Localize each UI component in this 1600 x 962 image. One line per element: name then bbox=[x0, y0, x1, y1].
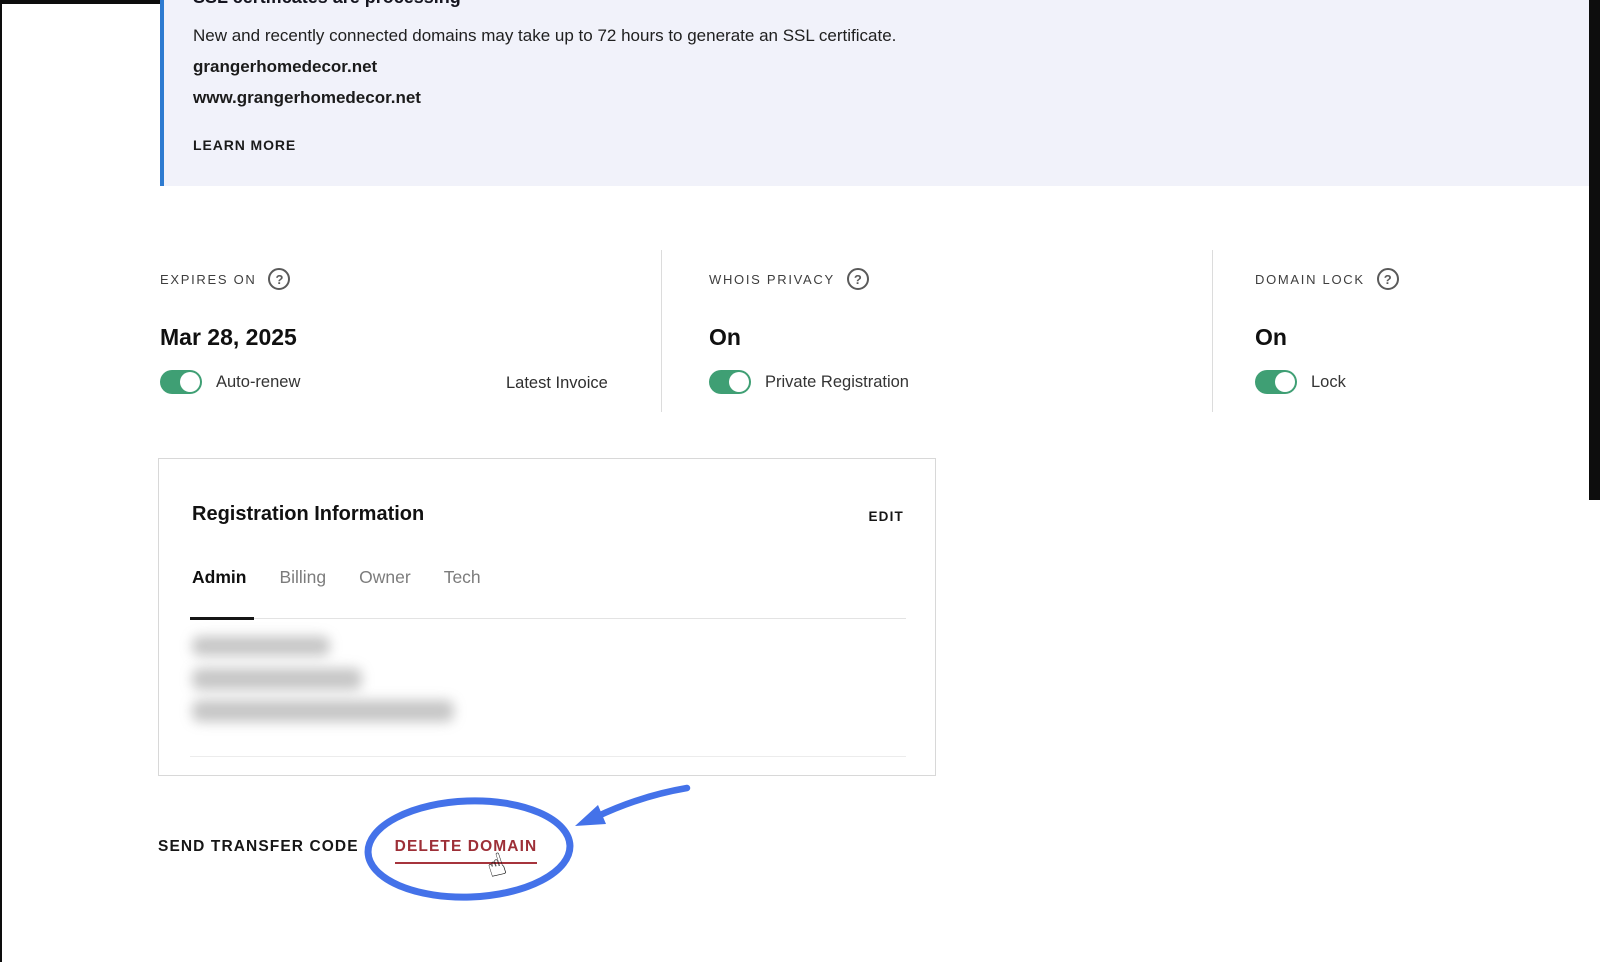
column-divider bbox=[661, 250, 662, 412]
delete-domain-button[interactable]: DELETE DOMAIN bbox=[395, 838, 538, 864]
private-registration-label: Private Registration bbox=[765, 373, 909, 392]
tab-billing[interactable]: Billing bbox=[279, 567, 326, 588]
domain-lock-label: DOMAIN LOCK bbox=[1255, 272, 1365, 287]
private-registration-toggle[interactable] bbox=[709, 370, 751, 394]
lock-label: Lock bbox=[1311, 373, 1346, 392]
redacted-contact-line bbox=[192, 636, 330, 656]
registration-information-card: Registration Information EDIT Admin Bill… bbox=[158, 458, 936, 776]
domain-lock-value: On bbox=[1255, 324, 1287, 351]
tab-underline bbox=[190, 618, 906, 619]
ssl-banner: SSL certificates are processing New and … bbox=[160, 0, 1589, 186]
toggle-knob bbox=[180, 372, 200, 392]
ssl-banner-body: New and recently connected domains may t… bbox=[193, 26, 896, 46]
ssl-banner-domain-www: www.grangerhomedecor.net bbox=[193, 88, 421, 108]
column-divider bbox=[1212, 250, 1213, 412]
domain-info-row: EXPIRES ON ? Mar 28, 2025 Auto-renew Lat… bbox=[0, 250, 1600, 415]
annotation-arrow-head bbox=[575, 805, 606, 826]
ssl-banner-title: SSL certificates are processing bbox=[193, 0, 461, 8]
expires-on-value: Mar 28, 2025 bbox=[160, 324, 297, 351]
redacted-contact-line bbox=[192, 668, 362, 690]
auto-renew-label: Auto-renew bbox=[216, 373, 300, 392]
tab-owner[interactable]: Owner bbox=[359, 567, 411, 588]
toggle-knob bbox=[1275, 372, 1295, 392]
domain-lock-section: DOMAIN LOCK ? On Lock bbox=[1255, 250, 1585, 415]
card-divider bbox=[190, 756, 906, 757]
whois-privacy-label: WHOIS PRIVACY bbox=[709, 272, 835, 287]
registration-tabs: Admin Billing Owner Tech bbox=[192, 567, 481, 588]
redacted-contact-line bbox=[192, 700, 454, 722]
domain-lock-help-icon[interactable]: ? bbox=[1377, 268, 1399, 290]
footer-actions: SEND TRANSFER CODE DELETE DOMAIN bbox=[158, 838, 537, 864]
tab-admin[interactable]: Admin bbox=[192, 567, 246, 588]
send-transfer-code-button[interactable]: SEND TRANSFER CODE bbox=[158, 838, 359, 856]
edit-button[interactable]: EDIT bbox=[868, 509, 904, 524]
expires-on-help-icon[interactable]: ? bbox=[268, 268, 290, 290]
auto-renew-toggle[interactable] bbox=[160, 370, 202, 394]
whois-privacy-value: On bbox=[709, 324, 741, 351]
latest-invoice-link[interactable]: Latest Invoice bbox=[506, 374, 608, 393]
whois-privacy-help-icon[interactable]: ? bbox=[847, 268, 869, 290]
active-tab-indicator bbox=[190, 617, 254, 620]
ssl-banner-domain-primary: grangerhomedecor.net bbox=[193, 57, 377, 77]
registration-card-title: Registration Information bbox=[192, 503, 424, 526]
tab-tech[interactable]: Tech bbox=[444, 567, 481, 588]
whois-privacy-section: WHOIS PRIVACY ? On Private Registration bbox=[709, 250, 1209, 415]
expires-on-label: EXPIRES ON bbox=[160, 272, 256, 287]
learn-more-link[interactable]: LEARN MORE bbox=[193, 137, 296, 153]
lock-toggle[interactable] bbox=[1255, 370, 1297, 394]
annotation-arrow-shaft bbox=[596, 788, 687, 817]
expires-on-section: EXPIRES ON ? Mar 28, 2025 Auto-renew Lat… bbox=[160, 250, 660, 415]
toggle-knob bbox=[729, 372, 749, 392]
video-frame-left-border bbox=[0, 0, 2, 962]
